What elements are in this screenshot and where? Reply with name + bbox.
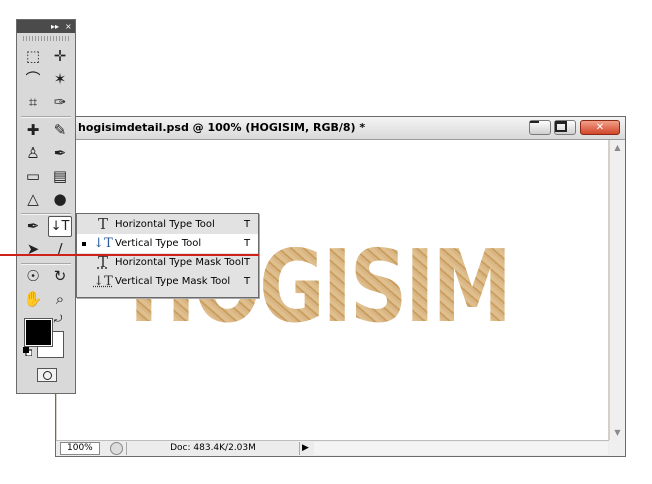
tools-panel-header[interactable]: ▸▸ × (17, 20, 75, 33)
close-button[interactable]: ✕ (580, 120, 620, 135)
status-menu-arrow-icon[interactable]: ▶ (302, 443, 309, 454)
type-tool-icon[interactable]: ↓T (48, 216, 72, 237)
magic-wand-tool-icon[interactable]: ✶ (48, 69, 72, 90)
gradient-tool-icon[interactable]: ▤ (48, 166, 72, 187)
move-tool-icon[interactable]: ✛ (48, 46, 72, 67)
maximize-button[interactable] (554, 120, 576, 135)
scroll-up-icon[interactable]: ▲ (612, 142, 623, 153)
document-title: hogisimdetail.psd @ 100% (HOGISIM, RGB/8… (78, 121, 366, 134)
crop-tool-icon[interactable]: ⌗ (21, 92, 45, 113)
flyout-item-label: Vertical Type Tool (115, 238, 202, 249)
flyout-item-label: Horizontal Type Tool (115, 219, 215, 230)
selected-bullet-icon (82, 242, 86, 246)
highlight-underline (0, 254, 259, 256)
foreground-color-swatch[interactable] (24, 318, 53, 347)
tool-divider (21, 213, 71, 215)
vertical-type-mask-icon: ↓T (93, 274, 113, 289)
maximize-icon (555, 121, 567, 132)
flyout-item-shortcut: T (244, 238, 251, 249)
minimize-button[interactable] (529, 120, 551, 135)
hand-tool-icon[interactable]: ✋ (21, 289, 45, 310)
status-bar: 100% Doc: 483.4K/2.03M ▶ (56, 440, 609, 456)
flyout-item-label: Vertical Type Mask Tool (115, 276, 231, 287)
minimize-icon (530, 121, 539, 123)
flyout-item-shortcut: T (244, 219, 251, 230)
scroll-corner (609, 440, 625, 456)
scroll-down-icon[interactable]: ▼ (612, 427, 623, 438)
document-titlebar[interactable]: hogisimdetail.psd @ 100% (HOGISIM, RGB/8… (56, 117, 625, 140)
eyedropper-tool-icon[interactable]: ✑ (48, 92, 72, 113)
healing-tool-icon[interactable]: ✚ (21, 120, 45, 141)
dodge-tool-icon[interactable]: ● (48, 189, 72, 210)
stamp-tool-icon[interactable]: ♙ (21, 143, 45, 164)
close-icon: ✕ (595, 122, 605, 133)
swap-colors-icon[interactable]: ⤾ (54, 314, 62, 325)
doc-size-info: Doc: 483.4K/2.03M (126, 442, 300, 455)
tool-divider (21, 263, 71, 265)
tools-panel: ▸▸ × ⬚ ✛ ⌒ ✶ ⌗ ✑ ✚ ✎ ♙ ✒ ▭ ▤ △ ● ✒ ↓T ➤ … (16, 19, 76, 394)
zoom-tool-icon[interactable]: ⌕ (48, 289, 72, 310)
collapse-panel-icon[interactable]: ▸▸ (51, 20, 59, 33)
close-panel-icon[interactable]: × (65, 20, 72, 33)
quick-mask-button[interactable] (37, 368, 57, 382)
horizontal-scrollbar[interactable] (314, 442, 608, 455)
3d-orbit-tool-icon[interactable]: ↻ (48, 266, 72, 287)
flyout-item-vertical-type-mask[interactable]: ↓T Vertical Type Mask Tool T (77, 272, 258, 291)
marquee-tool-icon[interactable]: ⬚ (21, 46, 45, 67)
zoom-level-field[interactable]: 100% (60, 442, 100, 455)
eraser-tool-icon[interactable]: ▭ (21, 166, 45, 187)
flyout-item-horizontal-type[interactable]: T Horizontal Type Tool T (77, 215, 258, 234)
status-info-icon[interactable] (110, 442, 123, 455)
path-selection-tool-icon[interactable]: ➤ (21, 239, 45, 260)
vertical-type-icon: ↓T (93, 236, 113, 251)
vertical-scrollbar[interactable]: ▲ ▼ (609, 140, 625, 440)
brush-tool-icon[interactable]: ✎ (48, 120, 72, 141)
3d-rotate-tool-icon[interactable]: ☉ (21, 266, 45, 287)
lasso-tool-icon[interactable]: ⌒ (21, 69, 45, 90)
panel-grip[interactable] (23, 36, 69, 41)
flyout-item-shortcut: T (244, 276, 251, 287)
blur-tool-icon[interactable]: △ (21, 189, 45, 210)
horizontal-type-icon: T (97, 215, 108, 233)
default-colors-icon[interactable] (23, 347, 32, 356)
history-brush-tool-icon[interactable]: ✒ (48, 143, 72, 164)
line-tool-icon[interactable]: ∕ (48, 239, 72, 260)
quick-mask-icon (42, 370, 52, 380)
pen-tool-icon[interactable]: ✒ (21, 216, 45, 237)
flyout-item-vertical-type[interactable]: ↓T Vertical Type Tool T (77, 234, 258, 253)
tool-divider (21, 116, 71, 118)
